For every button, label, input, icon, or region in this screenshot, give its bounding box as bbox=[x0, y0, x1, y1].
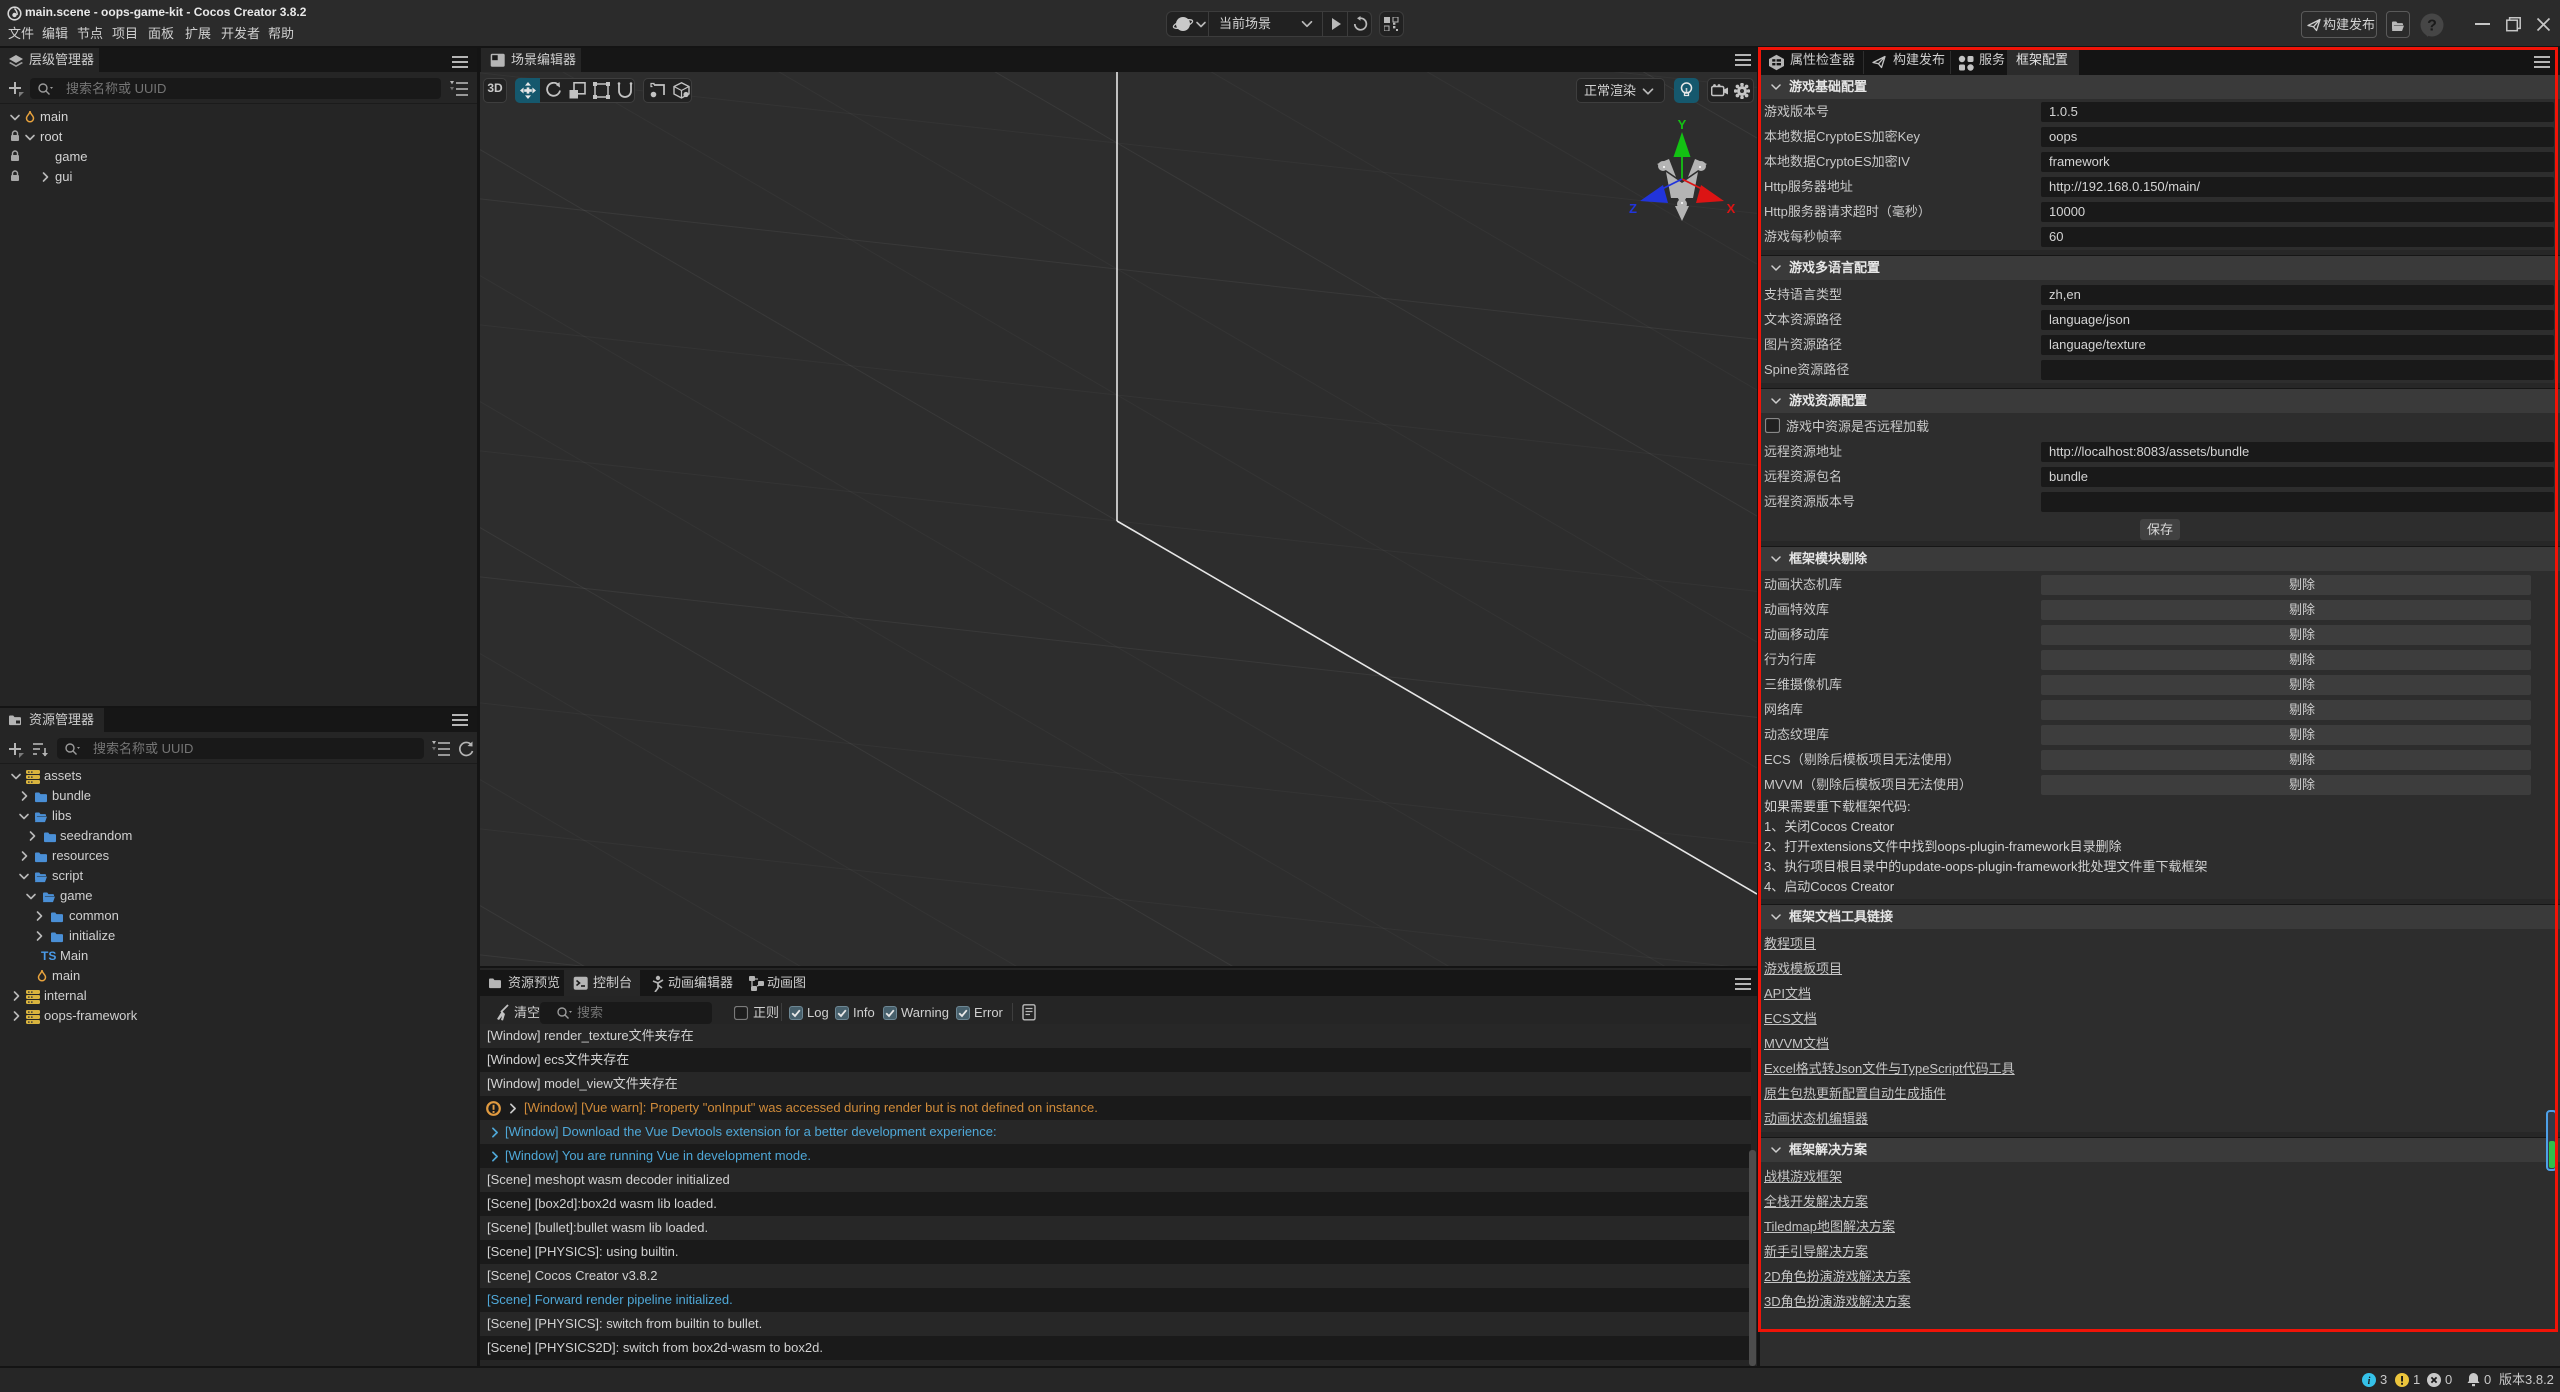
svg-text:i: i bbox=[2368, 1376, 2371, 1387]
svg-text:Y: Y bbox=[1678, 117, 1687, 132]
svg-text:Z: Z bbox=[1629, 201, 1637, 216]
svg-text:?: ? bbox=[2427, 18, 2437, 35]
svg-text:X: X bbox=[1727, 201, 1736, 216]
